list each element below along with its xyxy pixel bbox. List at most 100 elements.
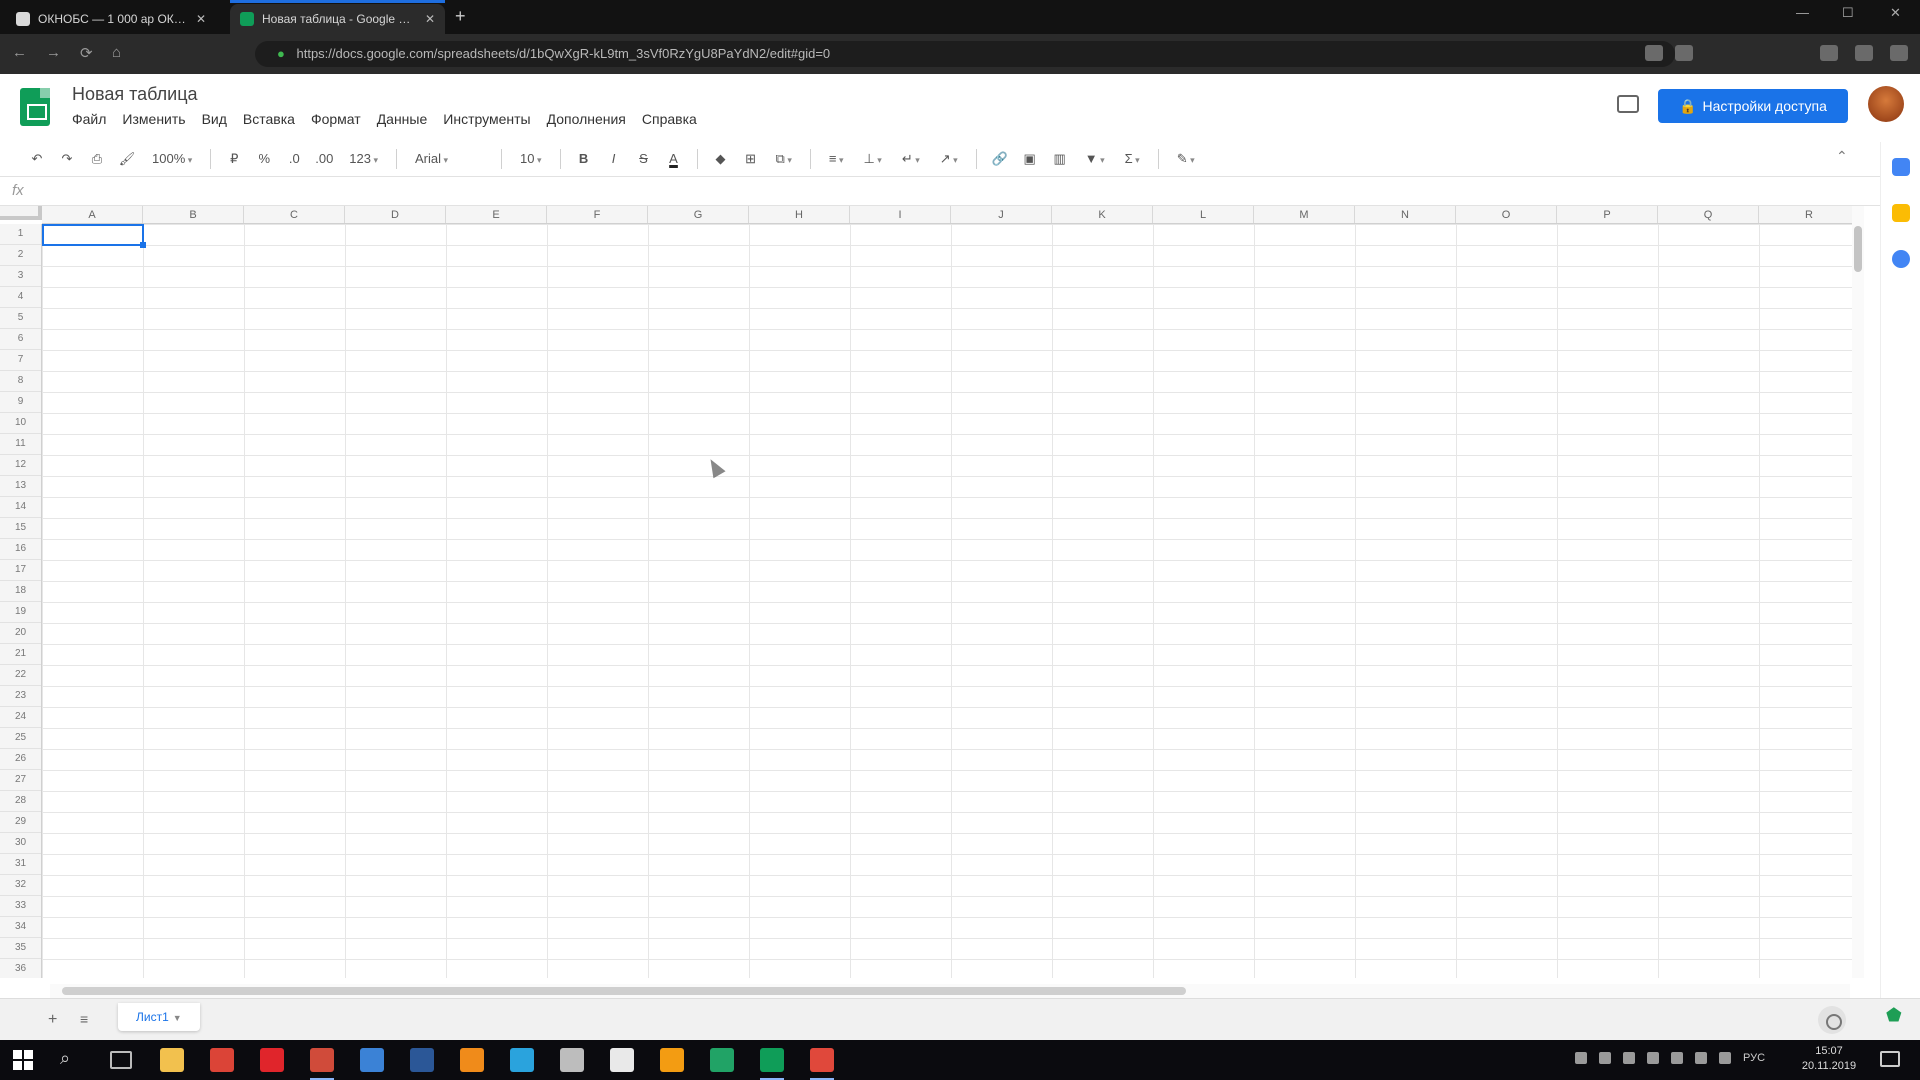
app-orange-icon[interactable] [660, 1048, 684, 1072]
more-formats-select[interactable]: 123 [343, 147, 384, 171]
vertical-scrollbar[interactable] [1852, 206, 1864, 978]
row-header[interactable]: 27 [0, 770, 41, 791]
share-button[interactable]: 🔒 Настройки доступа [1658, 89, 1848, 123]
chevron-up-icon[interactable] [1599, 1052, 1611, 1064]
sheets-logo-icon[interactable] [20, 88, 50, 126]
strikethrough-button[interactable]: S [633, 147, 655, 171]
merge-cells-icon[interactable]: ⧉ [770, 147, 798, 171]
column-header[interactable]: D [345, 206, 446, 223]
people-icon[interactable] [1575, 1052, 1587, 1064]
paint-format-icon[interactable]: 🖌 [116, 147, 138, 171]
minimize-icon[interactable]: — [1796, 5, 1809, 20]
row-header[interactable]: 16 [0, 539, 41, 560]
wifi-icon[interactable] [1719, 1052, 1731, 1064]
mail-icon[interactable] [360, 1048, 384, 1072]
column-header[interactable]: A [42, 206, 143, 223]
vertical-align-icon[interactable]: ⊥ [857, 147, 887, 171]
column-header[interactable]: P [1557, 206, 1658, 223]
column-header[interactable]: E [446, 206, 547, 223]
collapse-menu-icon[interactable]: ⌃ [1836, 148, 1848, 165]
add-sheet-button[interactable]: + [48, 1011, 57, 1029]
row-header[interactable]: 12 [0, 455, 41, 476]
row-header[interactable]: 25 [0, 728, 41, 749]
column-header[interactable]: N [1355, 206, 1456, 223]
text-color-button[interactable]: A [663, 147, 685, 171]
forward-icon[interactable]: → [46, 44, 61, 61]
volume-icon[interactable] [1647, 1052, 1659, 1064]
formula-bar[interactable]: fx [0, 176, 1880, 206]
decrease-decimal-button[interactable]: .0 [283, 147, 305, 171]
column-header[interactable]: H [749, 206, 850, 223]
battery-icon[interactable] [1671, 1052, 1683, 1064]
menu-format[interactable]: Формат [311, 111, 361, 127]
row-header[interactable]: 36 [0, 959, 41, 978]
row-header[interactable]: 35 [0, 938, 41, 959]
increase-decimal-button[interactable]: .00 [313, 147, 335, 171]
column-header[interactable]: M [1254, 206, 1355, 223]
row-header[interactable]: 6 [0, 329, 41, 350]
menu-edit[interactable]: Изменить [122, 111, 185, 127]
menu-tools[interactable]: Инструменты [443, 111, 530, 127]
row-header[interactable]: 24 [0, 707, 41, 728]
home-icon[interactable]: ⌂ [112, 44, 121, 61]
column-header[interactable]: C [244, 206, 345, 223]
avatar[interactable] [1868, 86, 1904, 122]
column-header[interactable]: B [143, 206, 244, 223]
new-tab-button[interactable]: + [455, 6, 466, 27]
opera-icon[interactable] [260, 1048, 284, 1072]
yandex-browser-icon[interactable] [310, 1048, 334, 1080]
fill-color-icon[interactable]: ◆ [710, 147, 732, 171]
address-bar[interactable]: ● https://docs.google.com/spreadsheets/d… [255, 41, 1675, 67]
tab-close-icon[interactable]: ✕ [196, 12, 206, 26]
profile-icon[interactable] [1890, 45, 1908, 61]
row-header[interactable]: 1 [0, 224, 41, 245]
sheet-tab[interactable]: Лист1 ▼ [118, 1003, 200, 1031]
download-icon[interactable] [1820, 45, 1838, 61]
row-header[interactable]: 2 [0, 245, 41, 266]
spreadsheet-grid[interactable]: ABCDEFGHIJKLMNOPQR 1 2 3 4 5 6 7 8 9 10 11 12 13 14 15… [0, 206, 1860, 978]
clock[interactable]: 15:07 20.11.2019 [1800, 1044, 1858, 1074]
font-select[interactable]: Arial [409, 147, 489, 171]
tab-close-icon[interactable]: ✕ [425, 12, 435, 26]
sheets-icon[interactable] [760, 1048, 784, 1080]
search-icon[interactable]: ⌕ [60, 1048, 70, 1069]
row-header[interactable]: 29 [0, 812, 41, 833]
horizontal-scroll-thumb[interactable] [62, 987, 1186, 995]
menu-view[interactable]: Вид [202, 111, 227, 127]
cloud-icon[interactable] [1695, 1052, 1707, 1064]
row-header[interactable]: 20 [0, 623, 41, 644]
notepad-icon[interactable] [610, 1048, 634, 1072]
menu-file[interactable]: Файл [72, 111, 106, 127]
input-tools-icon[interactable]: ✎ [1171, 147, 1201, 171]
redo-icon[interactable]: ↷ [56, 147, 78, 171]
insert-chart-icon[interactable]: ▥ [1049, 147, 1071, 171]
vertical-scroll-thumb[interactable] [1854, 226, 1862, 272]
start-button[interactable] [13, 1050, 33, 1070]
back-icon[interactable]: ← [12, 44, 27, 61]
row-header[interactable]: 34 [0, 917, 41, 938]
row-header[interactable]: 26 [0, 749, 41, 770]
borders-icon[interactable]: ⊞ [740, 147, 762, 171]
column-header[interactable]: L [1153, 206, 1254, 223]
menu-data[interactable]: Данные [377, 111, 428, 127]
language-indicator[interactable]: РУС [1743, 1052, 1765, 1064]
row-header[interactable]: 32 [0, 875, 41, 896]
telegram-icon[interactable] [510, 1048, 534, 1072]
calendar-icon[interactable] [1892, 158, 1910, 176]
row-header[interactable]: 15 [0, 518, 41, 539]
column-header[interactable]: K [1052, 206, 1153, 223]
notifications-icon[interactable] [1880, 1051, 1900, 1067]
tasks-icon[interactable] [1892, 250, 1910, 268]
italic-button[interactable]: I [603, 147, 625, 171]
row-header[interactable]: 22 [0, 665, 41, 686]
row-header[interactable]: 13 [0, 476, 41, 497]
menu-help[interactable]: Справка [642, 111, 697, 127]
horizontal-align-icon[interactable]: ≡ [823, 147, 850, 171]
functions-icon[interactable]: Σ [1119, 147, 1146, 171]
bold-button[interactable]: B [573, 147, 595, 171]
selected-cell-a1[interactable] [42, 224, 146, 248]
chrome-icon[interactable] [210, 1048, 234, 1072]
insert-link-icon[interactable]: 🔗 [989, 147, 1011, 171]
row-header[interactable]: 8 [0, 371, 41, 392]
slides-icon[interactable] [810, 1048, 834, 1080]
